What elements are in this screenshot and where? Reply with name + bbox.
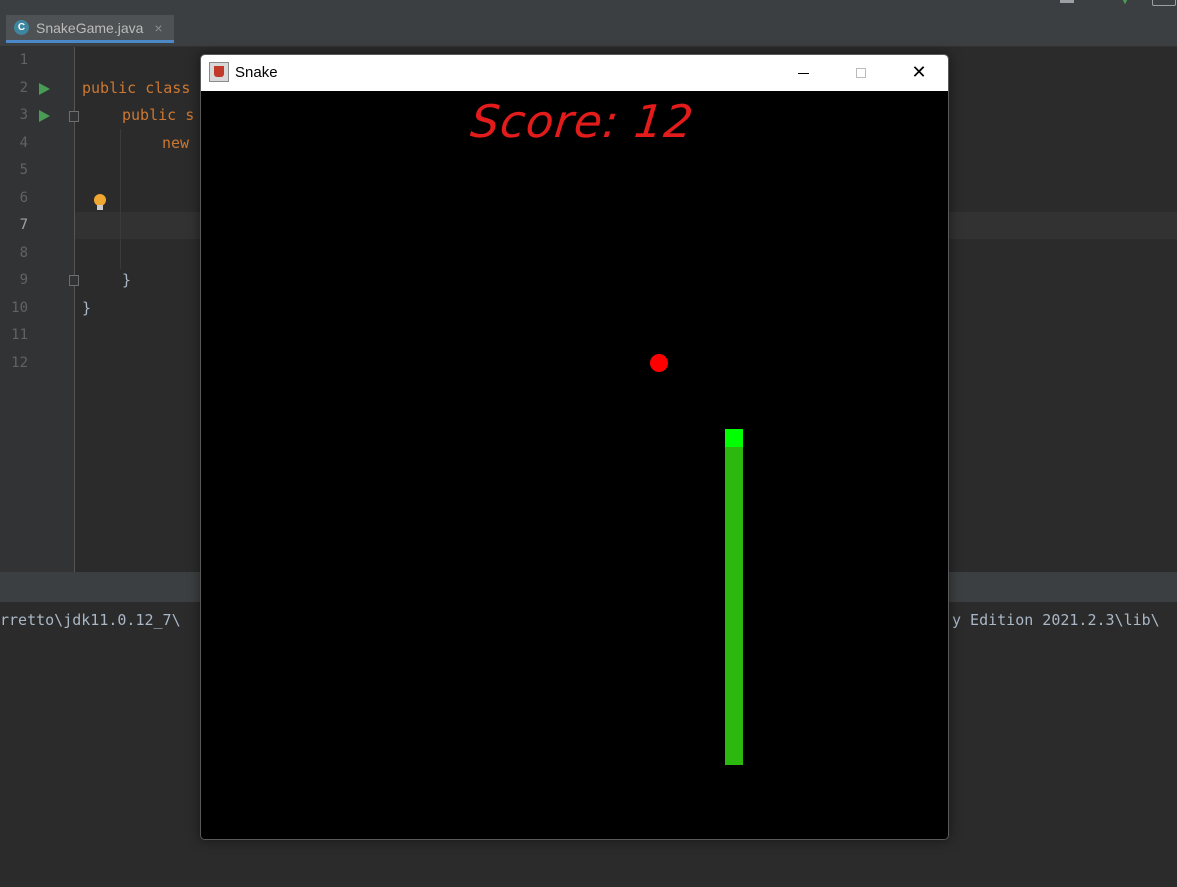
minimize-icon [797,72,809,74]
code-line-9: } [122,271,132,289]
class-c-icon: C [14,20,29,35]
snake-head [725,429,743,447]
close-tab-icon[interactable]: × [154,20,162,36]
run-class-icon[interactable] [39,83,50,95]
close-icon: ✕ [911,62,927,83]
java-app-icon [209,62,229,82]
line-number: 10 [11,300,28,316]
code-line-4: new [162,134,190,152]
code-line-2: public class [82,79,191,97]
line-number: 11 [11,327,28,343]
terminal-icon[interactable] [1152,0,1176,6]
line-number: 4 [19,135,28,151]
maximize-button[interactable] [832,55,890,91]
window-title: Snake [235,64,278,81]
indent-guide [120,129,121,269]
vcs-update-icon[interactable]: ▼ [1122,0,1131,7]
editor-tab-bar: C SnakeGame.java × [0,12,1177,47]
code-line-10: } [82,299,92,317]
minimize-button[interactable] [774,55,832,91]
java-cup-icon [214,66,224,77]
lightbulb-base [97,205,103,210]
line-number: 12 [11,355,28,371]
line-number: 5 [19,162,28,178]
line-number: 2 [19,80,28,96]
fold-icon[interactable] [69,111,79,122]
maximize-icon [856,68,866,78]
code-line-3: public s [122,106,195,124]
run-main-icon[interactable] [39,110,50,122]
snake-body [725,447,743,765]
line-number: 9 [19,272,28,288]
food-apple [650,354,668,372]
game-board[interactable]: Score: 12 [201,91,948,839]
tab-snakegame-java[interactable]: C SnakeGame.java × [6,15,174,43]
line-number: 8 [19,245,28,261]
snake-game-window[interactable]: Snake ✕ Score: 12 [200,54,949,840]
close-button[interactable]: ✕ [890,55,948,91]
line-number: 3 [19,107,28,123]
toolbar-menu-icon[interactable] [1060,0,1074,3]
line-number: 7 [19,217,28,233]
line-number: 1 [19,52,28,68]
console-output-right: y Edition 2021.2.3\lib\ [952,611,1160,629]
window-titlebar[interactable]: Snake ✕ [201,55,948,91]
ide-top-toolbar: ▼ [0,0,1177,12]
score-label: Score: 12 [468,95,697,148]
tab-label: SnakeGame.java [36,19,144,36]
line-number: 6 [19,190,28,206]
console-output-left: rretto\jdk11.0.12_7\ [0,611,181,629]
fold-icon[interactable] [69,275,79,286]
